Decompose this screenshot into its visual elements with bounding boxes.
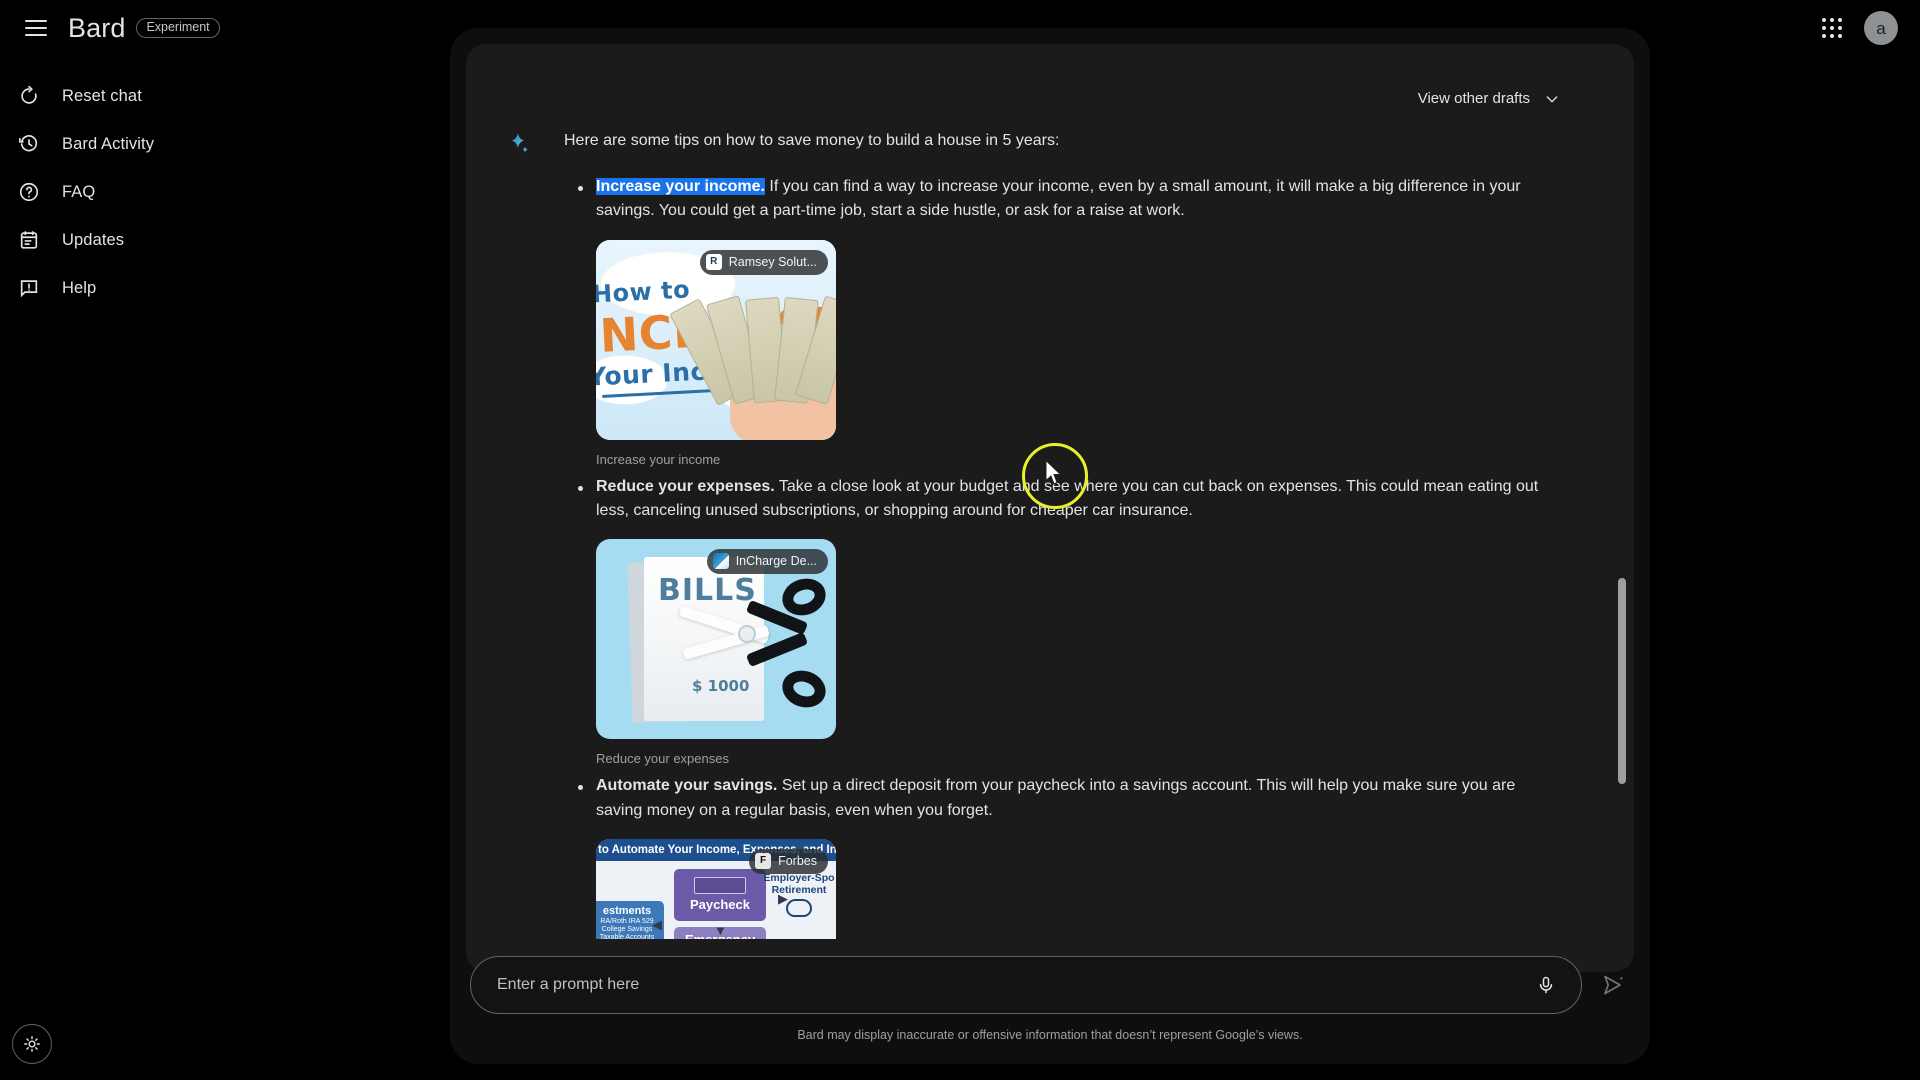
- view-other-drafts-label: View other drafts: [1417, 90, 1530, 107]
- scrollbar-thumb[interactable]: [1618, 578, 1626, 784]
- composer: [466, 956, 1634, 1014]
- tip-lead: Reduce your expenses.: [596, 477, 775, 495]
- tip-image-reduce-expenses[interactable]: BILLS $ 1000 InCharge De...: [596, 539, 836, 740]
- brand: Bard Experiment: [68, 12, 220, 43]
- tips-list: Increase your income. If you can find a …: [564, 175, 1554, 939]
- reset-icon: [16, 83, 42, 109]
- view-other-drafts-button[interactable]: View other drafts: [1414, 84, 1564, 113]
- source-favicon-icon: R: [705, 253, 722, 270]
- sidebar-nav: Reset chat Bard Activity FAQ Updates Hel…: [0, 56, 360, 312]
- assistant-message-body: Here are some tips on how to save money …: [564, 129, 1594, 947]
- send-sparkle-icon: [1604, 975, 1624, 995]
- chat-panel: View other drafts Here are some tips on …: [450, 28, 1650, 1064]
- conversation-content: View other drafts Here are some tips on …: [466, 44, 1634, 947]
- conversation-scrollbar[interactable]: [1617, 60, 1627, 972]
- microphone-button[interactable]: [1531, 970, 1561, 1000]
- chevron-down-icon: [1546, 95, 1558, 103]
- tip-image-block: BILLS $ 1000 InCharge De... Reduce your …: [596, 539, 1554, 766]
- sidebar-item-label: Help: [62, 278, 97, 297]
- prompt-input[interactable]: [497, 976, 1531, 994]
- tip-image-automate-savings[interactable]: to Automate Your Income, Expenses, and I…: [596, 838, 836, 939]
- list-item: Reduce your expenses. Take a close look …: [564, 475, 1554, 766]
- image-source-chip[interactable]: InCharge De...: [706, 549, 828, 575]
- image-source-label: Forbes: [778, 853, 817, 868]
- microphone-icon: [1539, 976, 1553, 994]
- tip-image-block: How to INCREASE Your Income: [596, 239, 1554, 467]
- experiment-badge: Experiment: [136, 17, 220, 39]
- image-source-label: InCharge De...: [735, 554, 817, 569]
- sidebar-item-label: Updates: [62, 230, 125, 249]
- sidebar-item-updates[interactable]: Updates: [0, 216, 336, 264]
- image-caption: Reduce your expenses: [596, 751, 729, 767]
- artwork-box-retirement: Employer-Spo Retirement: [758, 865, 836, 925]
- tip-paragraph: Increase your income. If you can find a …: [596, 175, 1554, 224]
- image-caption: Increase your income: [596, 451, 721, 467]
- sidebar-item-help[interactable]: Help: [0, 264, 336, 312]
- sidebar-item-faq[interactable]: FAQ: [0, 168, 336, 216]
- google-apps-button[interactable]: [1810, 6, 1854, 50]
- brightness-sun-icon: [24, 1036, 40, 1052]
- top-bar-actions: a: [1810, 6, 1898, 50]
- tip-paragraph: Reduce your expenses. Take a close look …: [596, 475, 1554, 524]
- help-circle-icon: [16, 179, 42, 205]
- conversation-scroll-area[interactable]: View other drafts Here are some tips on …: [466, 44, 1634, 972]
- sidebar-item-label: Bard Activity: [62, 134, 155, 153]
- google-apps-grid-icon: [1822, 18, 1842, 38]
- sidebar-item-reset-chat[interactable]: Reset chat: [0, 72, 336, 120]
- source-favicon-icon: F: [755, 852, 772, 869]
- source-favicon-icon: [712, 553, 729, 570]
- tip-lead: Automate your savings.: [596, 777, 778, 795]
- artwork-box-label: Paycheck: [690, 897, 750, 913]
- calendar-icon: [16, 227, 42, 253]
- prompt-box[interactable]: [470, 956, 1582, 1014]
- sidebar-item-label: FAQ: [62, 182, 96, 201]
- hamburger-menu-button[interactable]: [12, 4, 60, 52]
- artwork-box-paycheck: Paycheck: [674, 868, 766, 921]
- sidebar: Reset chat Bard Activity FAQ Updates Hel…: [0, 56, 360, 1080]
- sidebar-item-label: Reset chat: [62, 86, 142, 105]
- sidebar-item-bard-activity[interactable]: Bard Activity: [0, 120, 336, 168]
- avatar[interactable]: a: [1864, 11, 1898, 45]
- assistant-intro-text: Here are some tips on how to save money …: [564, 132, 1060, 149]
- image-source-label: Ramsey Solut...: [728, 254, 817, 269]
- hamburger-menu-icon: [25, 20, 47, 36]
- send-button[interactable]: [1596, 968, 1630, 1002]
- artwork-box-label: estments: [602, 905, 652, 918]
- assistant-message: Here are some tips on how to save money …: [506, 113, 1594, 947]
- list-item: Automate your savings. Set up a direct d…: [564, 774, 1554, 939]
- disclaimer-text: Bard may display inaccurate or offensive…: [797, 1028, 1303, 1042]
- artwork-text-1: BILLS: [658, 573, 757, 609]
- drafts-row: View other drafts: [506, 44, 1594, 113]
- artwork-text-1: How to: [596, 275, 691, 309]
- history-icon: [16, 131, 42, 157]
- artwork-text-2: $ 1000: [692, 677, 750, 696]
- bard-sparkle-icon: [506, 131, 532, 157]
- tip-paragraph: Automate your savings. Set up a direct d…: [596, 774, 1554, 823]
- image-source-chip[interactable]: F Forbes: [749, 848, 828, 874]
- tip-lead-highlighted: Increase your income.: [596, 178, 765, 195]
- tip-image-block: to Automate Your Income, Expenses, and I…: [596, 838, 1554, 939]
- image-source-chip[interactable]: R Ramsey Solut...: [699, 249, 828, 275]
- artwork-box-label: Employer-Spo Retirement: [763, 872, 835, 897]
- list-item: Increase your income. If you can find a …: [564, 175, 1554, 467]
- tip-image-increase-income[interactable]: How to INCREASE Your Income: [596, 239, 836, 440]
- app-title: Bard: [68, 12, 126, 43]
- feedback-icon: [16, 275, 42, 301]
- theme-toggle-button[interactable]: [12, 1024, 52, 1064]
